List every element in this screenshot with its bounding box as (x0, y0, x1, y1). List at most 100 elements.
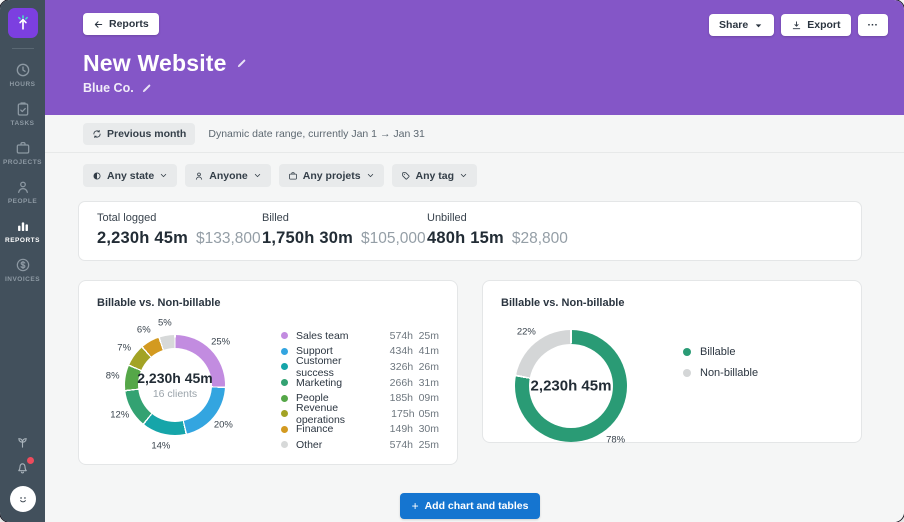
memory-tracker-icon[interactable] (15, 434, 30, 449)
segment-percent-label: 20% (214, 420, 233, 431)
share-button[interactable]: Share (709, 14, 774, 36)
sidebar-item-reports[interactable]: Reports (0, 211, 45, 250)
filter-chip-any-projets[interactable]: Any projets (279, 164, 384, 187)
filter-chip-anyone[interactable]: Anyone (185, 164, 271, 187)
legend-row-non-billable: Non-billable (683, 367, 758, 379)
previous-month-chip[interactable]: Previous month (83, 123, 195, 145)
billable-donut-chart[interactable]: 2,230h 45m 78%22% (515, 330, 627, 442)
sidebar: Hours TasksProjectsPeople Reports Invoices (0, 0, 45, 522)
legend-minutes: 31m (413, 377, 439, 389)
legend-row-finance: Finance 149h30m (281, 422, 439, 438)
legend-dot (281, 441, 288, 448)
export-button[interactable]: Export (781, 14, 850, 36)
segment-percent-label: 78% (606, 434, 625, 445)
legend-minutes: 30m (413, 423, 439, 435)
legend-dot (281, 395, 288, 402)
segment-percent-label: 7% (117, 342, 131, 353)
clients-breakdown-card: Billable vs. Non-billable 2,230h 45m 16 … (78, 280, 458, 465)
legend-dot (281, 332, 288, 339)
stat-label: Unbilled (427, 212, 592, 224)
filter-chip-any-tag[interactable]: Any tag (392, 164, 478, 187)
donut-center-label: 2,230h 45m (531, 378, 612, 395)
segment-percent-label: 6% (137, 325, 151, 336)
person-icon (194, 171, 204, 181)
more-options-button[interactable]: ··· (858, 14, 889, 36)
sidebar-item-people[interactable]: People (0, 172, 45, 211)
sidebar-item-invoices[interactable]: Invoices (0, 250, 45, 289)
refresh-icon (92, 129, 102, 139)
segment-percent-label: 8% (106, 370, 120, 381)
legend-hours: 149h (381, 423, 413, 435)
legend-name: Billable (700, 346, 735, 358)
sidebar-item-label: Reports (5, 237, 40, 244)
stat-unbilled: Unbilled 480h 15m $28,800 (427, 212, 592, 248)
filter-bar: Any state Anyone Any projets Any tag (45, 153, 904, 187)
client-name: Blue Co. (83, 81, 134, 95)
arrow-left-icon (93, 19, 104, 30)
sidebar-item-label: Invoices (5, 276, 40, 283)
back-to-reports-button[interactable]: Reports (83, 13, 159, 35)
chart-title: Billable vs. Non-billable (501, 297, 843, 309)
clients-legend: Sales team574h25mSupport434h41mCustomer … (281, 328, 439, 453)
filter-label: Any state (107, 170, 154, 182)
segment-percent-label: 12% (110, 410, 129, 421)
legend-hours: 574h (381, 330, 413, 342)
legend-name: Non-billable (700, 367, 758, 379)
stat-total-logged: Total logged2,230h 45m$133,800 (97, 212, 262, 248)
charts-row: Billable vs. Non-billable 2,230h 45m 16 … (78, 280, 862, 465)
legend-dot (683, 369, 691, 377)
legend-minutes: 09m (413, 392, 439, 404)
user-avatar[interactable] (10, 486, 36, 512)
add-chart-button[interactable]: + Add chart and tables (400, 493, 541, 519)
sidebar-item-projects[interactable]: Projects (0, 133, 45, 172)
filter-label: Any tag (416, 170, 455, 182)
segment-percent-label: 14% (151, 441, 170, 452)
legend-row-billable: Billable (683, 346, 758, 358)
legend-row-customer-success: Customer success326h26m (281, 359, 439, 375)
sidebar-item-label: Hours (10, 81, 36, 88)
report-header: Reports New Website Blue Co. Share (45, 0, 904, 115)
totals-summary-card: Total logged2,230h 45m$133,800Billed 1,75… (78, 201, 862, 261)
sidebar-item-hours[interactable]: Hours (0, 55, 45, 94)
legend-row-marketing: Marketing266h31m (281, 375, 439, 391)
legend-dot (281, 410, 288, 417)
stat-label: Billed (262, 212, 427, 224)
notifications-bell-icon[interactable] (15, 460, 30, 475)
dollar-icon (15, 257, 31, 273)
legend-hours: 574h (381, 439, 413, 451)
legend-name: Other (296, 439, 322, 451)
page-title: New Website (83, 50, 227, 77)
clients-donut-chart[interactable]: 2,230h 45m 16 clients 25%20%14%12%8%7%6%… (125, 335, 225, 435)
stat-amount: $105,000 (361, 230, 426, 248)
legend-dot (281, 379, 288, 386)
legend-minutes: 25m (413, 330, 439, 342)
report-content: Total logged2,230h 45m$133,800Billed 1,75… (45, 187, 904, 522)
edit-title-icon[interactable] (236, 58, 247, 69)
stat-amount: $133,800 (196, 230, 261, 248)
stat-hours: 1,750h 30m (262, 229, 353, 248)
date-range-bar: Previous month Dynamic date range, curre… (45, 115, 904, 153)
legend-minutes: 25m (413, 439, 439, 451)
filter-chip-any-state[interactable]: Any state (83, 164, 177, 187)
billable-legend: Billable Non-billable (683, 346, 758, 442)
plus-icon: + (412, 499, 419, 513)
chevron-down-icon (459, 171, 468, 180)
legend-hours: 434h (381, 345, 413, 357)
edit-client-icon[interactable] (141, 83, 152, 94)
stat-hours: 480h 15m (427, 229, 504, 248)
legend-minutes: 26m (413, 361, 439, 373)
stat-amount: $28,800 (512, 230, 568, 248)
app-logo[interactable] (8, 8, 38, 38)
bar-chart-icon (15, 218, 31, 234)
sidebar-item-tasks[interactable]: Tasks (0, 94, 45, 133)
legend-hours: 266h (381, 377, 413, 389)
legend-name: Finance (296, 423, 333, 435)
date-range-description: Dynamic date range, currently Jan 1 → Ja… (208, 128, 425, 140)
legend-minutes: 41m (413, 345, 439, 357)
briefcase-icon (15, 140, 31, 156)
legend-row-revenue-operations: Revenue operations175h05m (281, 406, 439, 422)
smiley-icon (14, 490, 32, 508)
chevron-down-icon (366, 171, 375, 180)
segment-percent-label: 25% (211, 336, 230, 347)
chevron-down-icon (253, 171, 262, 180)
